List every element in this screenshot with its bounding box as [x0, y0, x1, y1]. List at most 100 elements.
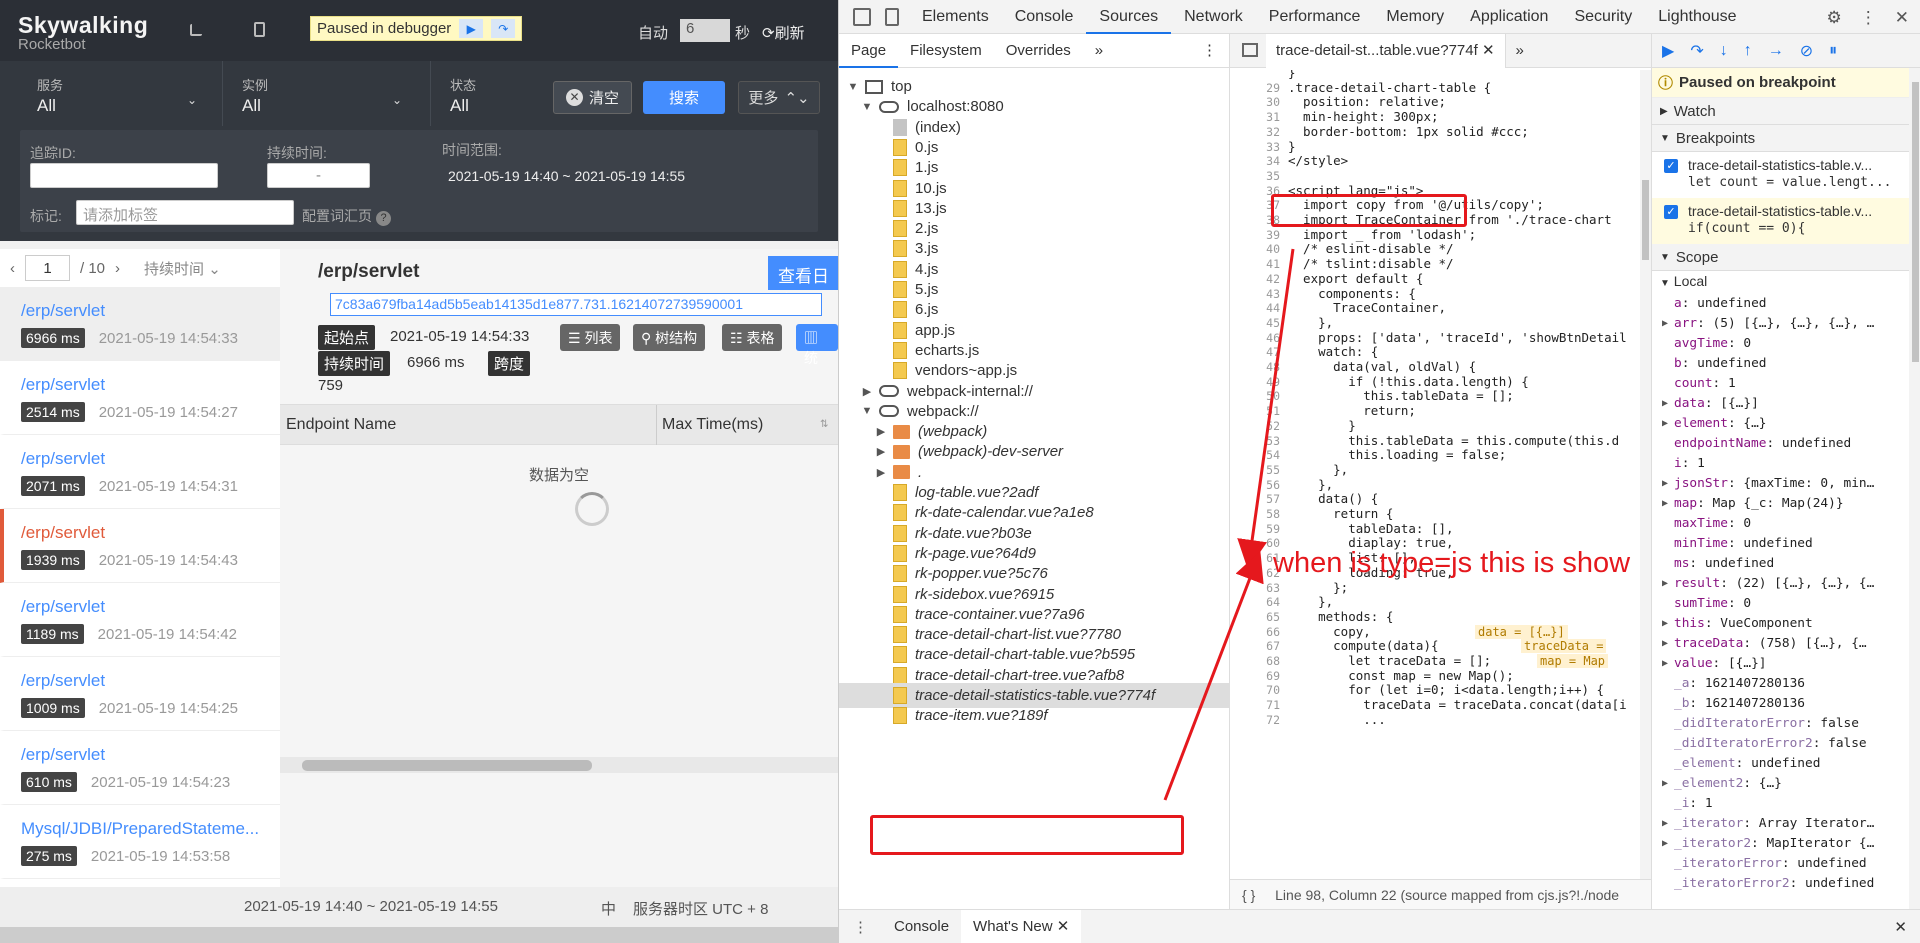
scope-variable[interactable]: ▶ _iterator2: MapIterator {… — [1652, 834, 1920, 854]
scope-variable[interactable]: _iteratorError2: undefined — [1652, 874, 1920, 894]
expand-icon[interactable]: ▶ — [875, 425, 887, 438]
line-number[interactable]: 41 — [1230, 257, 1280, 272]
cursor-position[interactable]: Line 98, Column 22 (source mapped from c… — [1275, 887, 1619, 903]
col-endpoint-name[interactable]: Endpoint Name — [286, 416, 396, 434]
chart-nav-icon[interactable] — [190, 24, 202, 36]
scope-variable[interactable]: ▶ _iterator: Array Iterator… — [1652, 814, 1920, 834]
line-number[interactable]: 29 — [1230, 81, 1280, 96]
line-number[interactable]: 54 — [1230, 448, 1280, 463]
line-number[interactable]: 67 — [1230, 639, 1280, 654]
tab-network[interactable]: Network — [1171, 0, 1256, 34]
list-view-button[interactable]: ☰ 列表 — [560, 324, 621, 351]
scope-variable[interactable]: ▶ _element2: {…} — [1652, 774, 1920, 794]
line-number[interactable]: 72 — [1230, 713, 1280, 728]
code-area[interactable]: } 29 .trace-detail-chart-table {30 positio… — [1230, 70, 1640, 881]
line-number[interactable]: 40 — [1230, 242, 1280, 257]
scope-variable[interactable]: _a: 1621407280136 — [1652, 674, 1920, 694]
line-number[interactable]: 56 — [1230, 478, 1280, 493]
trace-list-item[interactable]: Mysql/JDBI/PreparedStateme... 275 ms 2021-… — [0, 805, 280, 879]
collapse-icon[interactable]: ▼ — [847, 81, 859, 93]
line-number[interactable]: 43 — [1230, 287, 1280, 302]
drawer-tab-console[interactable]: Console — [882, 910, 961, 943]
close-icon[interactable]: ✕ — [1895, 8, 1909, 28]
scope-variable[interactable]: ▶ jsonStr: {maxTime: 0, min… — [1652, 474, 1920, 494]
scope-variable[interactable]: minTime: undefined — [1652, 534, 1920, 554]
collapse-icon[interactable]: ▼ — [861, 101, 873, 113]
tab-lighthouse[interactable]: Lighthouse — [1645, 0, 1749, 34]
help-icon[interactable]: ? — [376, 211, 391, 226]
line-number[interactable]: 66 — [1230, 625, 1280, 640]
more-vert-icon[interactable]: ⋮ — [1860, 8, 1877, 28]
line-number[interactable]: 32 — [1230, 125, 1280, 140]
line-number[interactable]: 50 — [1230, 389, 1280, 404]
scope-variable[interactable]: b: undefined — [1652, 354, 1920, 374]
tab-filesystem[interactable]: Filesystem — [898, 34, 994, 68]
step-into-icon[interactable]: ↓ — [1720, 42, 1728, 60]
trace-list-item[interactable]: /erp/servlet 1189 ms 2021-05-19 14:54:42 — [0, 583, 280, 657]
tree-view-button[interactable]: ⚲ 树结构 — [633, 324, 706, 351]
pause-on-exceptions-icon[interactable]: ⏸ — [1829, 42, 1837, 60]
clear-button[interactable]: ✕ 清空 — [553, 81, 632, 114]
scope-variable[interactable]: _b: 1621407280136 — [1652, 694, 1920, 714]
deactivate-breakpoints-icon[interactable]: ⊘ — [1800, 41, 1813, 61]
drawer-tab-whats-new[interactable]: What's New ✕ — [961, 909, 1082, 943]
format-icon[interactable]: { } — [1242, 887, 1255, 903]
tab-page[interactable]: Page — [839, 34, 899, 68]
tag-input[interactable]: 请添加标签 — [76, 200, 294, 225]
expand-icon[interactable]: ▶ — [1662, 494, 1668, 514]
expand-icon[interactable]: ▶ — [875, 466, 887, 479]
more-vert-icon[interactable]: ⋮ — [1190, 34, 1229, 68]
instance-filter[interactable]: 实例 All ⌄ — [242, 75, 402, 116]
scope-variable[interactable]: ▶ element: {…} — [1652, 414, 1920, 434]
gear-icon[interactable]: ⚙ — [1827, 8, 1842, 28]
line-number[interactable]: 30 — [1230, 95, 1280, 110]
breakpoints-section[interactable]: ▼ Breakpoints — [1652, 125, 1920, 152]
line-number[interactable]: 39 — [1230, 228, 1280, 243]
scope-variable[interactable]: ▶ map: Map {_c: Map(24)} — [1652, 494, 1920, 514]
line-number[interactable]: 47 — [1230, 345, 1280, 360]
scope-variable[interactable]: ▶ result: (22) [{…}, {…}, {… — [1652, 574, 1920, 594]
line-number[interactable]: 44 — [1230, 301, 1280, 316]
tab-elements[interactable]: Elements — [909, 0, 1002, 34]
auto-refresh-seconds-input[interactable]: 6 — [680, 19, 730, 42]
line-number[interactable]: 63 — [1230, 581, 1280, 596]
trace-list-item[interactable]: /erp/servlet 1009 ms 2021-05-19 14:54:25 — [0, 657, 280, 731]
device-toolbar-icon[interactable] — [885, 7, 899, 26]
line-number[interactable]: 52 — [1230, 419, 1280, 434]
scope-variable[interactable]: _iteratorError: undefined — [1652, 854, 1920, 874]
close-icon[interactable]: ✕ — [1894, 918, 1920, 936]
tab-sources[interactable]: Sources — [1086, 0, 1172, 34]
inspect-icon[interactable] — [853, 7, 871, 26]
resume-icon[interactable]: ▶ — [459, 19, 484, 38]
watch-section[interactable]: ▶ Watch — [1652, 98, 1920, 125]
expand-icon[interactable]: ▶ — [1662, 634, 1668, 654]
language-switch[interactable]: 中 — [601, 898, 616, 919]
expand-icon[interactable]: ▶ — [1662, 614, 1668, 634]
line-number[interactable]: 53 — [1230, 434, 1280, 449]
editor-tab[interactable]: trace-detail-st...table.vue?774f ✕ — [1266, 34, 1506, 68]
device-nav-icon[interactable] — [254, 22, 265, 37]
scope-variable[interactable]: _element: undefined — [1652, 754, 1920, 774]
line-number[interactable]: 64 — [1230, 595, 1280, 610]
status-filter[interactable]: 状态 All — [450, 75, 540, 116]
table-view-button[interactable]: ☷ 表格 — [722, 324, 783, 351]
checkbox-checked-icon[interactable]: ✓ — [1664, 159, 1678, 173]
more-vert-icon[interactable]: ⋮ — [839, 918, 882, 936]
expand-icon[interactable]: ▶ — [1662, 314, 1668, 334]
service-filter[interactable]: 服务 All ⌄ — [37, 75, 197, 116]
refresh-button[interactable]: ⟳刷新 — [762, 22, 805, 43]
tab-overrides[interactable]: Overrides — [994, 34, 1083, 68]
next-page-icon[interactable]: › — [115, 260, 120, 277]
expand-icon[interactable]: ▶ — [1662, 774, 1668, 794]
config-vocab-link[interactable]: 配置词汇页? — [302, 206, 391, 226]
vertical-scrollbar[interactable] — [1909, 68, 1920, 909]
line-number[interactable]: 69 — [1230, 669, 1280, 684]
trace-list-item[interactable]: /erp/servlet 2071 ms 2021-05-19 14:54:31 — [0, 435, 280, 509]
inline-value[interactable]: data = [{…}] — [1475, 624, 1568, 639]
line-number[interactable]: 35 — [1230, 169, 1280, 184]
expand-icon[interactable]: ▶ — [1662, 414, 1668, 434]
scope-variable[interactable]: _i: 1 — [1652, 794, 1920, 814]
scope-variable[interactable]: _didIteratorError: false — [1652, 714, 1920, 734]
trace-list-item[interactable]: /erp/servlet 610 ms 2021-05-19 14:54:23 — [0, 731, 280, 805]
collapse-icon[interactable]: ▼ — [861, 405, 873, 417]
